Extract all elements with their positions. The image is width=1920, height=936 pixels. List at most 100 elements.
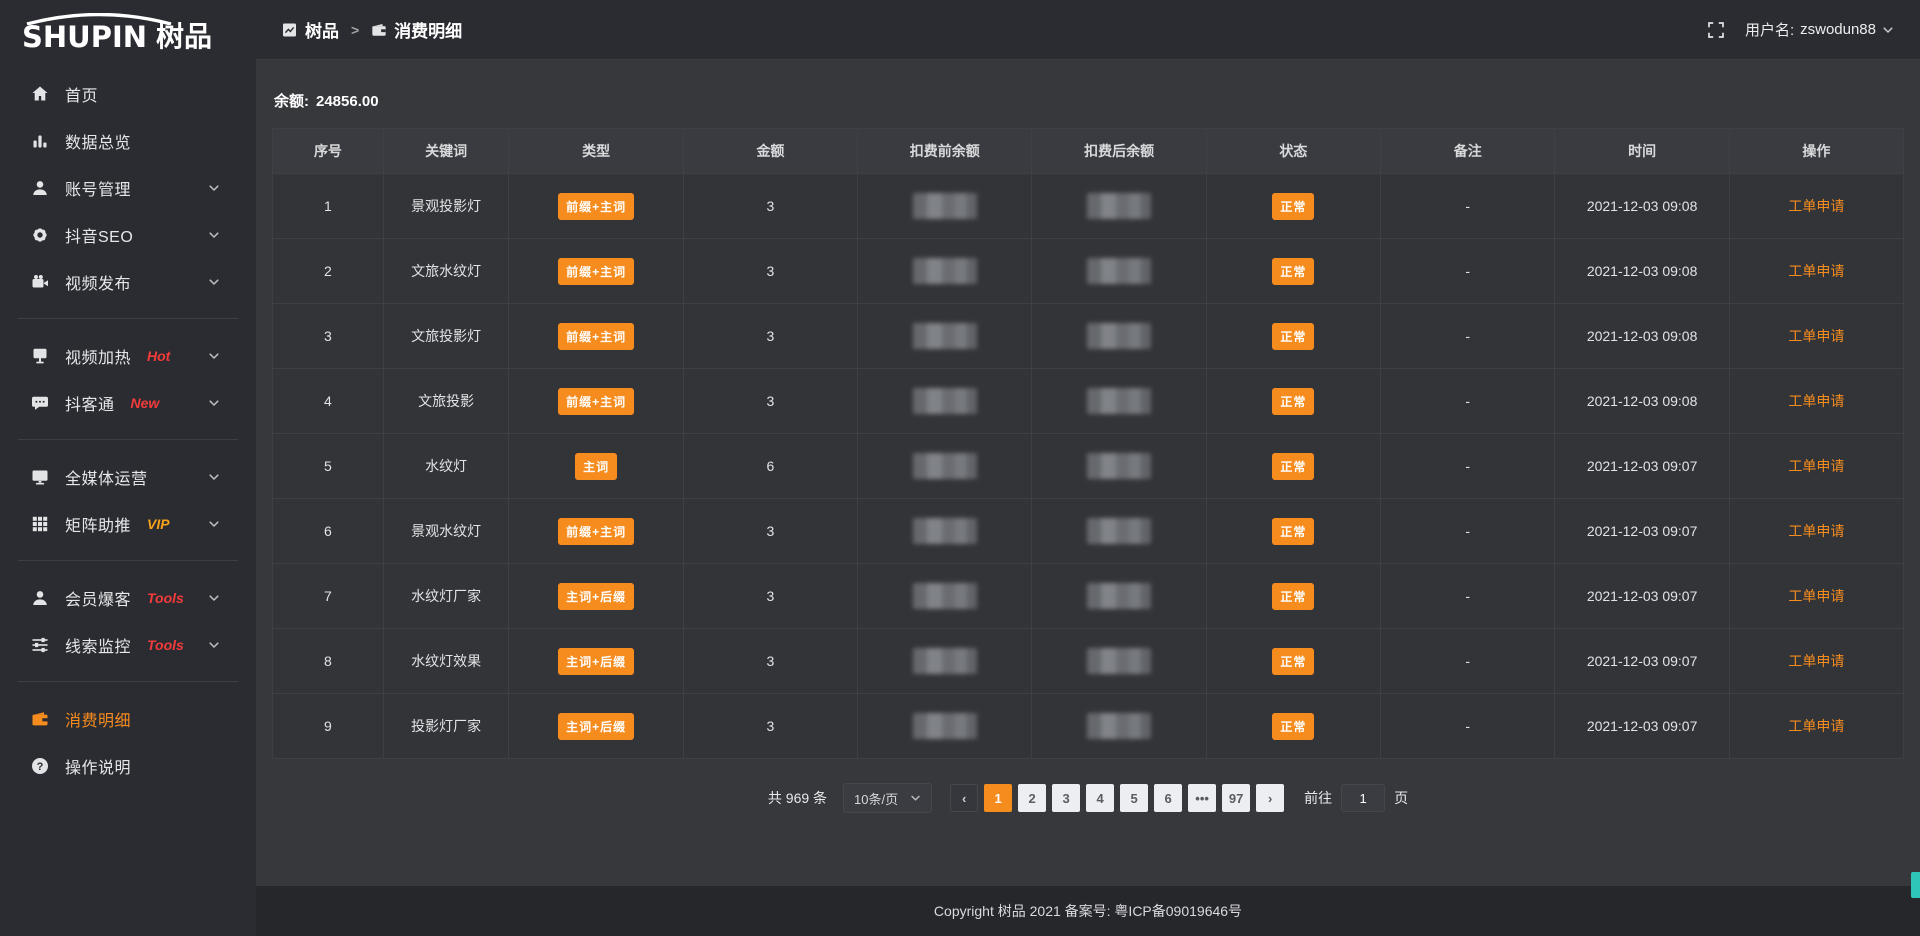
page-button-97[interactable]: 97 xyxy=(1222,784,1250,812)
column-header: 操作 xyxy=(1729,129,1903,174)
sidebar-item-lead-monitor[interactable]: 线索监控Tools xyxy=(0,621,256,668)
user-menu[interactable]: 用户名: zswodun88 xyxy=(1745,19,1894,40)
cell-remark: - xyxy=(1381,239,1555,304)
svg-text:?: ? xyxy=(37,761,44,773)
goto-page-input[interactable] xyxy=(1341,784,1385,812)
column-header: 扣费后余额 xyxy=(1032,129,1206,174)
cell-time: 2021-12-03 09:07 xyxy=(1555,629,1729,694)
status-badge: 正常 xyxy=(1272,583,1314,610)
sidebar-item-data-overview[interactable]: 数据总览 xyxy=(0,117,256,164)
cell-keyword: 景观投影灯 xyxy=(383,174,509,239)
breadcrumb-label: 消费明细 xyxy=(394,17,462,42)
table-row: 6 景观水纹灯 前缀+主词 3 正常 - 2021-12-03 09:07 工单… xyxy=(273,499,1904,564)
cell-remark: - xyxy=(1381,304,1555,369)
cell-balance-before xyxy=(858,499,1032,564)
table-row: 4 文旅投影 前缀+主词 3 正常 - 2021-12-03 09:08 工单申… xyxy=(273,369,1904,434)
topbar: 树品>消费明细 用户名: zswodun88 xyxy=(256,0,1920,60)
floating-widget[interactable] xyxy=(1911,872,1920,898)
sidebar-divider xyxy=(18,439,238,440)
cell-balance-after xyxy=(1032,564,1206,629)
cell-index: 8 xyxy=(273,629,384,694)
sidebar-item-label: 首页 xyxy=(65,82,98,106)
sidebar-item-label: 视频加热 xyxy=(65,344,131,368)
redacted-balance-before xyxy=(913,583,977,609)
sidebar-item-member-burst[interactable]: 会员爆客Tools xyxy=(0,574,256,621)
sidebar-item-account-management[interactable]: 账号管理 xyxy=(0,164,256,211)
redacted-balance-after xyxy=(1087,388,1151,414)
page-button-4[interactable]: 4 xyxy=(1086,784,1114,812)
ticket-apply-link[interactable]: 工单申请 xyxy=(1788,263,1844,279)
sidebar-item-all-media-operation[interactable]: 全媒体运营 xyxy=(0,453,256,500)
consumption-table: 序号关键词类型金额扣费前余额扣费后余额状态备注时间操作 1 景观投影灯 前缀+主… xyxy=(272,128,1904,759)
breadcrumb-site[interactable]: 树品 xyxy=(282,17,339,42)
sidebar-item-douketong[interactable]: 抖客通New xyxy=(0,379,256,426)
page-button-3[interactable]: 3 xyxy=(1052,784,1080,812)
content-area: 余额:24856.00 序号关键词类型金额扣费前余额扣费后余额状态备注时间操作 … xyxy=(256,60,1920,886)
cell-action: 工单申请 xyxy=(1729,174,1903,239)
table-row: 1 景观投影灯 前缀+主词 3 正常 - 2021-12-03 09:08 工单… xyxy=(273,174,1904,239)
cell-time: 2021-12-03 09:07 xyxy=(1555,694,1729,759)
ticket-apply-link[interactable]: 工单申请 xyxy=(1788,328,1844,344)
cell-keyword: 文旅投影灯 xyxy=(383,304,509,369)
ticket-apply-link[interactable]: 工单申请 xyxy=(1788,393,1844,409)
prev-page-button[interactable]: ‹ xyxy=(950,784,978,812)
cell-amount: 3 xyxy=(683,304,857,369)
cell-status: 正常 xyxy=(1206,304,1380,369)
cell-status: 正常 xyxy=(1206,499,1380,564)
cell-keyword: 投影灯厂家 xyxy=(383,694,509,759)
more-pages-button[interactable]: ••• xyxy=(1188,784,1216,812)
chevron-down-icon xyxy=(910,793,921,804)
ticket-apply-link[interactable]: 工单申请 xyxy=(1788,458,1844,474)
cell-action: 工单申请 xyxy=(1729,564,1903,629)
sidebar-item-home[interactable]: 首页 xyxy=(0,70,256,117)
sidebar-divider xyxy=(18,681,238,682)
ticket-apply-link[interactable]: 工单申请 xyxy=(1788,718,1844,734)
cell-status: 正常 xyxy=(1206,369,1380,434)
sidebar-item-douyin-seo[interactable]: 抖音SEO xyxy=(0,211,256,258)
cell-time: 2021-12-03 09:07 xyxy=(1555,499,1729,564)
cell-type: 主词+后缀 xyxy=(509,629,683,694)
sidebar-item-matrix-boost[interactable]: 矩阵助推VIP xyxy=(0,500,256,547)
cell-time: 2021-12-03 09:07 xyxy=(1555,564,1729,629)
sidebar-item-video-publish[interactable]: 视频发布 xyxy=(0,258,256,305)
page-size-select[interactable]: 10条/页 xyxy=(843,783,932,813)
cell-index: 6 xyxy=(273,499,384,564)
cell-balance-after xyxy=(1032,369,1206,434)
ticket-apply-link[interactable]: 工单申请 xyxy=(1788,653,1844,669)
goto-unit-label: 页 xyxy=(1394,788,1408,808)
sidebar-item-label: 数据总览 xyxy=(65,129,131,153)
cell-balance-after xyxy=(1032,434,1206,499)
ticket-apply-link[interactable]: 工单申请 xyxy=(1788,198,1844,214)
sidebar-item-operation-guide[interactable]: ?操作说明 xyxy=(0,742,256,789)
page-button-1[interactable]: 1 xyxy=(984,784,1012,812)
page-button-2[interactable]: 2 xyxy=(1018,784,1046,812)
balance-value: 24856.00 xyxy=(316,93,379,110)
ticket-apply-link[interactable]: 工单申请 xyxy=(1788,588,1844,604)
cell-type: 主词+后缀 xyxy=(509,694,683,759)
type-badge: 主词+后缀 xyxy=(558,583,634,610)
sidebar-item-label: 抖音SEO xyxy=(65,223,133,247)
next-page-button[interactable]: › xyxy=(1256,784,1284,812)
table-header-row: 序号关键词类型金额扣费前余额扣费后余额状态备注时间操作 xyxy=(273,129,1904,174)
sidebar-nav: 首页数据总览账号管理抖音SEO 视频发布视频加热Hot抖客通New 全媒体运营矩阵助… xyxy=(0,70,256,789)
fullscreen-icon[interactable] xyxy=(1707,21,1725,39)
type-badge: 前缀+主词 xyxy=(558,193,634,220)
type-badge: 前缀+主词 xyxy=(558,388,634,415)
ticket-apply-link[interactable]: 工单申请 xyxy=(1788,523,1844,539)
main-column: 树品>消费明细 用户名: zswodun88 余额:24856.00 序号关键词… xyxy=(256,0,1920,936)
cell-remark: - xyxy=(1381,434,1555,499)
sidebar-item-consumption-detail[interactable]: 消费明细 xyxy=(0,695,256,742)
sidebar-item-video-heat[interactable]: 视频加热Hot xyxy=(0,332,256,379)
cell-balance-before xyxy=(858,369,1032,434)
page-button-5[interactable]: 5 xyxy=(1120,784,1148,812)
brand-logo[interactable]: SHUPIN 树品 xyxy=(0,0,256,54)
column-header: 类型 xyxy=(509,129,683,174)
breadcrumb-consumption-detail[interactable]: 消费明细 xyxy=(371,17,462,42)
page-button-6[interactable]: 6 xyxy=(1154,784,1182,812)
sliders-icon xyxy=(30,635,50,655)
cell-index: 2 xyxy=(273,239,384,304)
cell-balance-after xyxy=(1032,499,1206,564)
cell-balance-before xyxy=(858,174,1032,239)
breadcrumb-label: 树品 xyxy=(305,17,339,42)
cell-keyword: 水纹灯 xyxy=(383,434,509,499)
